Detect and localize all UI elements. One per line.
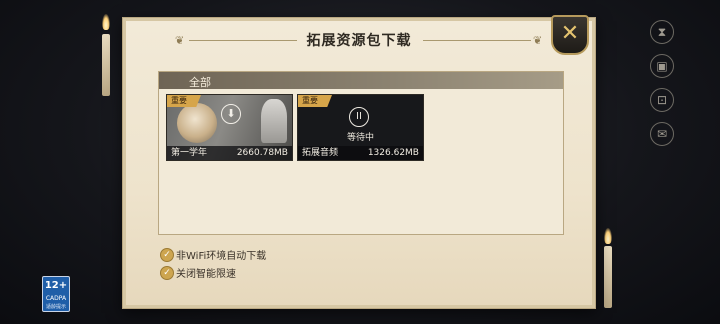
hourglass-icon[interactable]: ⧗ (650, 20, 674, 44)
package-list-container: 全部 重要 ⬇ 第一学年 2660.78MB 重要 II 等待中 拓展音频 13… (158, 71, 564, 235)
candle-flame-left (102, 14, 110, 30)
important-tag: 重要 (298, 95, 332, 107)
title-rule-right (423, 40, 531, 41)
mail-icon[interactable]: ✉ (650, 122, 674, 146)
close-button[interactable]: ✕ (551, 15, 589, 55)
package-card-first-year[interactable]: 重要 ⬇ 第一学年 2660.78MB (166, 94, 293, 161)
download-icon[interactable]: ⬇ (221, 104, 241, 124)
chest-icon[interactable]: ▣ (650, 54, 674, 78)
side-menu: ⧗ ▣ ⊡ ✉ (650, 20, 674, 156)
character-art (261, 99, 287, 143)
tab-bar: 全部 (159, 72, 563, 89)
close-icon: ✕ (560, 21, 580, 46)
package-size: 2660.78MB (236, 148, 288, 158)
age-rating-org: CADPA (45, 295, 67, 302)
age-rating-badge: 12+ CADPA 适龄提示 (42, 276, 70, 312)
tab-all[interactable]: 全部 (189, 74, 211, 90)
package-name: 拓展音频 (302, 148, 339, 158)
important-tag: 重要 (167, 95, 201, 107)
character-art (177, 103, 217, 143)
option-label: 关闭智能限速 (176, 269, 236, 280)
package-card-audio[interactable]: 重要 II 等待中 拓展音频 1326.62MB (297, 94, 424, 161)
candle-right (604, 246, 612, 308)
option-label: 非WiFi环境自动下载 (176, 251, 267, 262)
age-rating-number: 12+ (44, 280, 68, 291)
candle-flame-right (604, 228, 612, 244)
scan-icon[interactable]: ⊡ (650, 88, 674, 112)
download-status: 等待中 (346, 133, 374, 143)
checkbox-checked-icon[interactable]: ✓ (160, 248, 174, 262)
card-info-bar: 第一学年 2660.78MB (167, 146, 292, 160)
pause-icon[interactable]: II (349, 107, 369, 127)
package-size: 1326.62MB (367, 148, 419, 158)
candle-left (102, 34, 110, 96)
checkbox-checked-icon[interactable]: ✓ (160, 266, 174, 280)
title-ornament-right: ❦ (533, 34, 543, 47)
age-rating-subtitle: 适龄提示 (45, 304, 66, 310)
card-info-bar: 拓展音频 1326.62MB (298, 146, 423, 160)
package-name: 第一学年 (171, 148, 208, 158)
